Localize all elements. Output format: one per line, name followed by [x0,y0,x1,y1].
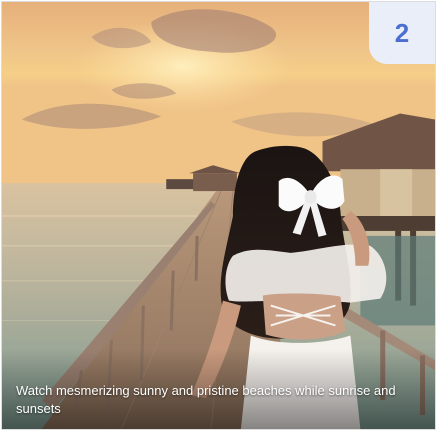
slide-caption: Watch mesmerizing sunny and pristine bea… [16,383,396,416]
slide-card[interactable]: 2 Watch mesmerizing sunny and pristine b… [1,1,436,430]
slide-number-badge: 2 [369,2,435,64]
